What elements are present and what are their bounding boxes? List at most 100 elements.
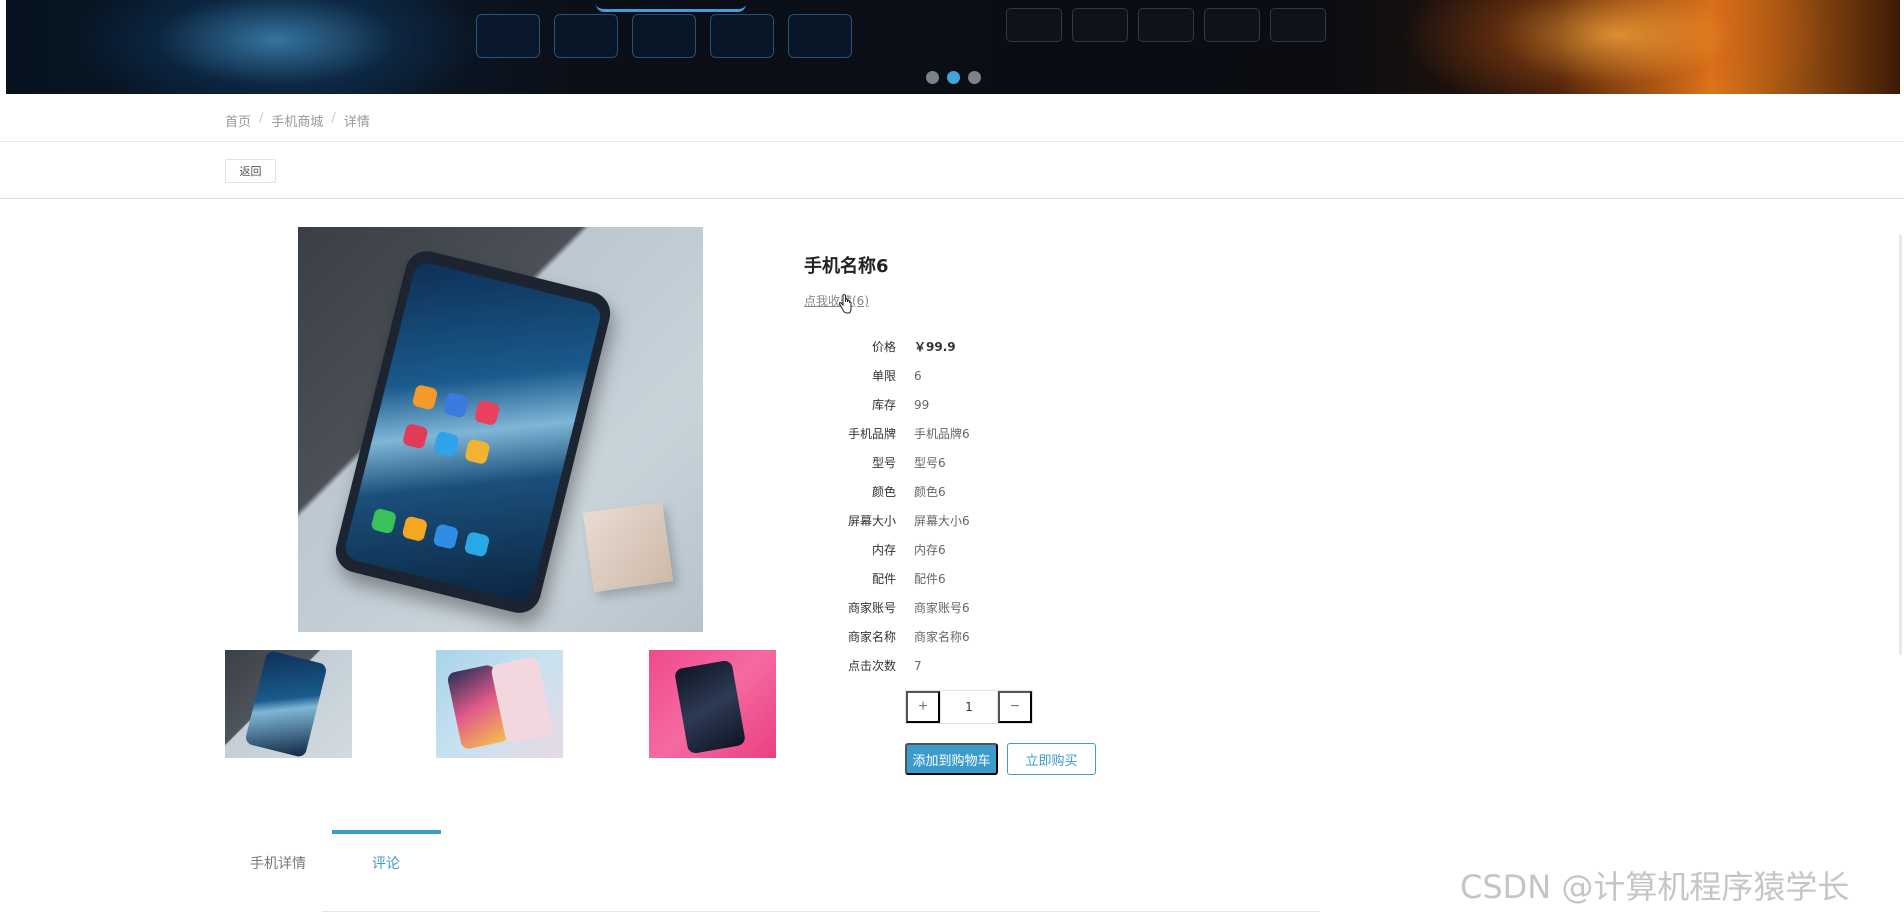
spec-row-memory: 内存 内存6 bbox=[820, 535, 970, 564]
spec-label: 点击次数 bbox=[847, 659, 896, 673]
carousel-indicators bbox=[926, 71, 981, 84]
spec-value: 配件6 bbox=[914, 572, 946, 586]
breadcrumb-phone-mall[interactable]: 手机商城 bbox=[271, 111, 323, 130]
breadcrumb-separator: / bbox=[259, 111, 264, 126]
wood-cube bbox=[582, 501, 674, 593]
price-value: ￥99.9 bbox=[914, 340, 956, 354]
spec-list: 价格 ￥99.9 单限 6 库存 99 手机品牌 手机品牌6 型号 型号6 颜色… bbox=[820, 332, 970, 680]
spec-label: 商家名称 bbox=[847, 630, 896, 644]
product-thumbnail-2[interactable] bbox=[436, 650, 563, 758]
banner-key bbox=[1138, 8, 1194, 42]
product-title: 手机名称6 bbox=[804, 256, 889, 277]
spec-value: 商家账号6 bbox=[914, 601, 970, 615]
banner-key bbox=[632, 14, 696, 58]
carousel-dot-1[interactable] bbox=[926, 71, 939, 84]
spec-row-merchant-name: 商家名称 商家名称6 bbox=[820, 622, 970, 651]
spec-value: 商家名称6 bbox=[914, 630, 970, 644]
spec-row-clicks: 点击次数 7 bbox=[820, 651, 970, 680]
banner-key bbox=[1204, 8, 1260, 42]
spec-label: 手机品牌 bbox=[847, 427, 896, 441]
app-icon bbox=[442, 391, 470, 419]
spec-label: 屏幕大小 bbox=[847, 514, 896, 528]
spec-value: 7 bbox=[914, 658, 922, 673]
increment-button[interactable]: + bbox=[906, 691, 940, 723]
add-to-cart-button[interactable]: 添加到购物车 bbox=[905, 743, 998, 775]
divider bbox=[0, 141, 1904, 142]
spec-value: 颜色6 bbox=[914, 485, 946, 499]
spec-value: 99 bbox=[914, 397, 930, 412]
spec-label: 内存 bbox=[871, 543, 896, 557]
spec-row-screen-size: 屏幕大小 屏幕大小6 bbox=[820, 506, 970, 535]
spec-label: 库存 bbox=[871, 398, 896, 412]
product-thumbnail-3[interactable] bbox=[649, 650, 776, 758]
product-main-image bbox=[298, 227, 703, 632]
buy-now-button[interactable]: 立即购买 bbox=[1007, 743, 1096, 775]
banner-light-right bbox=[1406, 0, 1826, 94]
phone-illustration bbox=[673, 659, 747, 755]
app-icon bbox=[411, 384, 439, 411]
tab-comments[interactable]: 评论 bbox=[372, 853, 400, 873]
spec-value: 型号6 bbox=[914, 456, 946, 470]
spec-row-price: 价格 ￥99.9 bbox=[820, 332, 970, 361]
scrollbar[interactable] bbox=[1899, 235, 1902, 655]
divider bbox=[0, 198, 1904, 199]
app-icon bbox=[432, 430, 460, 458]
breadcrumb-separator: / bbox=[331, 111, 336, 126]
app-icon bbox=[370, 507, 398, 535]
spec-value: 屏幕大小6 bbox=[914, 514, 970, 528]
spec-value: 6 bbox=[914, 368, 922, 383]
banner-key bbox=[788, 14, 852, 58]
banner-key bbox=[1006, 8, 1062, 42]
watermark: CSDN @计算机程序猿学长 bbox=[1460, 868, 1850, 906]
banner-keyboard-keys bbox=[476, 14, 852, 58]
spec-row-limit: 单限 6 bbox=[820, 361, 970, 390]
phone-illustration bbox=[331, 246, 615, 618]
spec-row-merchant-account: 商家账号 商家账号6 bbox=[820, 593, 970, 622]
app-icon bbox=[463, 530, 491, 558]
banner-key bbox=[476, 14, 540, 58]
spec-label: 价格 bbox=[871, 340, 896, 354]
banner-key bbox=[554, 14, 618, 58]
spec-label: 型号 bbox=[871, 456, 896, 470]
phone-illustration bbox=[244, 650, 328, 758]
banner-light-arc bbox=[596, 0, 746, 12]
spec-value: 内存6 bbox=[914, 543, 946, 557]
spec-label: 配件 bbox=[871, 572, 896, 586]
spec-row-accessories: 配件 配件6 bbox=[820, 564, 970, 593]
active-tab-indicator bbox=[332, 830, 441, 834]
breadcrumb-current: 详情 bbox=[343, 115, 370, 130]
quantity-stepper: + 1 − bbox=[905, 690, 1033, 724]
spec-row-stock: 库存 99 bbox=[820, 390, 970, 419]
spec-row-color: 颜色 颜色6 bbox=[820, 477, 970, 506]
app-icon bbox=[473, 399, 501, 427]
favorite-link[interactable]: 点我收藏(6) bbox=[804, 292, 869, 309]
product-thumbnail-1[interactable] bbox=[225, 650, 352, 758]
app-icon bbox=[464, 438, 491, 465]
spec-row-brand: 手机品牌 手机品牌6 bbox=[820, 419, 970, 448]
breadcrumb: 首页 / 手机商城 / 详情 bbox=[225, 111, 370, 130]
hero-banner bbox=[6, 0, 1900, 94]
app-icon bbox=[432, 523, 460, 550]
banner-keyboard-keys-right bbox=[1006, 8, 1326, 42]
spec-label: 颜色 bbox=[871, 485, 896, 499]
hand-cursor-icon bbox=[838, 294, 852, 314]
spec-label: 商家账号 bbox=[847, 601, 896, 615]
banner-key bbox=[710, 14, 774, 58]
carousel-dot-2[interactable] bbox=[947, 71, 960, 84]
banner-key bbox=[1072, 8, 1128, 42]
tab-content-divider bbox=[322, 911, 1320, 912]
phone-screen bbox=[342, 260, 604, 604]
decrement-button[interactable]: − bbox=[998, 691, 1032, 723]
app-icon bbox=[401, 422, 429, 450]
spec-value: 手机品牌6 bbox=[914, 427, 970, 441]
back-button[interactable]: 返回 bbox=[225, 159, 276, 183]
carousel-dot-3[interactable] bbox=[968, 71, 981, 84]
spec-row-model: 型号 型号6 bbox=[820, 448, 970, 477]
app-icon bbox=[401, 515, 429, 543]
quantity-input[interactable]: 1 bbox=[940, 691, 998, 723]
tab-product-details[interactable]: 手机详情 bbox=[250, 853, 306, 873]
breadcrumb-home[interactable]: 首页 bbox=[225, 111, 251, 130]
banner-key bbox=[1270, 8, 1326, 42]
banner-light-left bbox=[66, 0, 486, 94]
spec-label: 单限 bbox=[871, 369, 896, 383]
